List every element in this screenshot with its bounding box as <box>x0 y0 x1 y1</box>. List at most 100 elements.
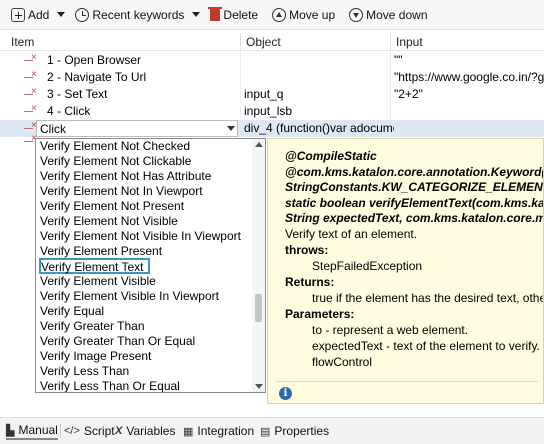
doc-parameters-label: Parameters: <box>285 307 355 321</box>
table-row[interactable]: 2 - Navigate To Url "https://www.google.… <box>0 69 544 86</box>
list-item[interactable]: Verify Element Not Present <box>39 199 184 214</box>
tab-divider <box>60 424 61 438</box>
keyword-dropdown-list[interactable]: Verify Element Not Checked Verify Elemen… <box>35 138 266 393</box>
column-header-input[interactable]: Input <box>396 35 423 49</box>
list-item[interactable]: Verify Element Not Has Attribute <box>39 169 211 184</box>
add-dropdown-icon[interactable] <box>54 4 68 26</box>
table-row-editing[interactable]: Click div_4 (function()var adocume <box>0 120 544 137</box>
tab-script[interactable]: </> Script <box>64 422 115 440</box>
tab-manual[interactable]: ▙ Manual <box>6 422 58 440</box>
delete-button[interactable]: Delete <box>207 4 261 26</box>
table-row[interactable]: 3 - Set Text input_q "2+2" <box>0 86 544 103</box>
table-row[interactable]: 1 - Open Browser "" <box>0 52 544 69</box>
list-item[interactable]: Verify Element Not Visible In Viewport <box>39 229 241 244</box>
move-down-label: Move down <box>366 7 428 22</box>
list-item[interactable]: Verify Less Than <box>39 364 129 379</box>
doc-parameter: to - represent a web element. <box>312 323 469 337</box>
keyword-icon <box>24 69 38 83</box>
column-header-object[interactable]: Object <box>246 35 281 49</box>
list-item[interactable]: Verify Element Not Checked <box>39 139 190 154</box>
chevron-down-icon[interactable] <box>227 126 235 131</box>
row-input: "https://www.google.co.in/?g <box>394 70 544 84</box>
keyword-combo-box[interactable]: Click <box>36 120 238 137</box>
tab-integration[interactable]: ▦ Integration <box>183 422 254 440</box>
tab-label: Manual <box>18 423 58 437</box>
doc-divider <box>276 381 538 382</box>
doc-signature: static boolean verifyElementText(com.kms… <box>285 196 544 210</box>
integration-icon: ▦ <box>183 425 194 438</box>
cell-divider <box>390 86 391 103</box>
recent-keywords-dropdown-icon[interactable] <box>189 4 203 26</box>
keyword-documentation-panel: @CompileStatic @com.kms.katalon.core.ann… <box>267 138 544 404</box>
doc-throws-label: throws: <box>285 243 329 257</box>
keyword-icon <box>24 52 38 66</box>
row-input: "" <box>394 53 403 67</box>
list-item[interactable]: Verify Element Not Clickable <box>39 154 191 169</box>
list-item[interactable]: Verify Greater Than <box>39 319 145 334</box>
list-item[interactable]: Verify Element Present <box>39 244 162 259</box>
scroll-down-icon[interactable] <box>255 384 263 389</box>
doc-returns-label: Returns: <box>285 275 335 289</box>
scroll-up-icon[interactable] <box>255 142 263 147</box>
add-icon <box>11 7 25 22</box>
list-item[interactable]: Verify Element Not Visible <box>39 214 178 229</box>
row-object: div_4 (function()var adocume <box>244 121 394 135</box>
list-item[interactable]: Verify Image Present <box>39 349 151 364</box>
list-item[interactable]: Verify Less Than Or Equal <box>39 379 180 392</box>
tab-label: Script <box>83 424 115 438</box>
cell-divider <box>240 69 241 86</box>
row-object: input_lsb <box>244 104 293 118</box>
toolbar: Add Recent keywords Delete Move up Move … <box>0 0 544 30</box>
table-row[interactable]: 4 - Click input_lsb <box>0 103 544 120</box>
tab-label: Integration <box>197 424 255 438</box>
list-item[interactable]: Verify Element Visible In Viewport <box>39 289 219 304</box>
delete-label: Delete <box>223 7 259 22</box>
doc-throws-value: StepFailedException <box>312 259 423 273</box>
clock-icon <box>75 7 90 22</box>
recent-keywords-button[interactable]: Recent keywords <box>72 4 187 26</box>
list-item[interactable]: Verify Equal <box>39 304 104 319</box>
trash-icon <box>208 7 223 21</box>
recent-keywords-label: Recent keywords <box>92 7 185 22</box>
doc-parameter: expectedText - text of the element to ve… <box>312 339 540 353</box>
cell-divider <box>390 52 391 69</box>
list-item-selected[interactable]: Verify Element Text <box>39 258 150 274</box>
add-button[interactable]: Add <box>8 4 52 26</box>
row-item: 3 - Set Text <box>47 87 108 101</box>
arrow-up-icon <box>272 7 287 22</box>
doc-parameter: flowControl <box>312 355 373 369</box>
code-icon: </> <box>64 425 80 437</box>
tab-label: Properties <box>274 424 330 438</box>
column-divider[interactable] <box>240 33 241 51</box>
doc-returns-value: true if the element has the desired text… <box>312 291 544 305</box>
scrollbar-thumb[interactable] <box>255 294 262 322</box>
doc-signature: String expectedText, com.kms.katalon.cor… <box>285 211 544 225</box>
column-header-item[interactable]: Item <box>11 35 34 49</box>
doc-signature: StringConstants.KW_CATEGORIZE_ELEMENT) <box>285 180 544 194</box>
tab-properties[interactable]: ▤ Properties <box>260 422 329 440</box>
dropdown-scrollbar[interactable] <box>252 139 265 392</box>
info-icon[interactable]: i <box>279 387 292 400</box>
cell-divider <box>240 86 241 103</box>
add-label: Add <box>28 7 50 22</box>
list-item[interactable]: Verify Element Not In Viewport <box>39 184 203 199</box>
doc-annotation: @CompileStatic <box>285 149 377 163</box>
move-down-button[interactable]: Move down <box>346 4 430 26</box>
row-item: 4 - Click <box>47 104 91 118</box>
cell-divider <box>240 103 241 120</box>
tab-label: Variables <box>126 424 176 438</box>
list-item[interactable]: Verify Element Visible <box>39 274 156 289</box>
properties-icon: ▤ <box>260 425 271 438</box>
tab-variables[interactable]: X Variables <box>115 422 175 440</box>
row-item: 1 - Open Browser <box>47 53 142 67</box>
editor-tab-bar: ▙ Manual </> Script X Variables ▦ Integr… <box>0 417 544 444</box>
doc-description: Verify text of an element. <box>285 227 418 241</box>
list-item[interactable]: Verify Greater Than Or Equal <box>39 334 195 349</box>
move-up-button[interactable]: Move up <box>269 4 338 26</box>
move-up-label: Move up <box>289 7 336 22</box>
row-object: input_q <box>244 87 284 101</box>
keyword-icon <box>24 103 38 117</box>
arrow-down-icon <box>349 7 364 22</box>
doc-signature: @com.kms.katalon.core.annotation.Keyword… <box>285 165 544 179</box>
column-divider[interactable] <box>390 33 391 51</box>
